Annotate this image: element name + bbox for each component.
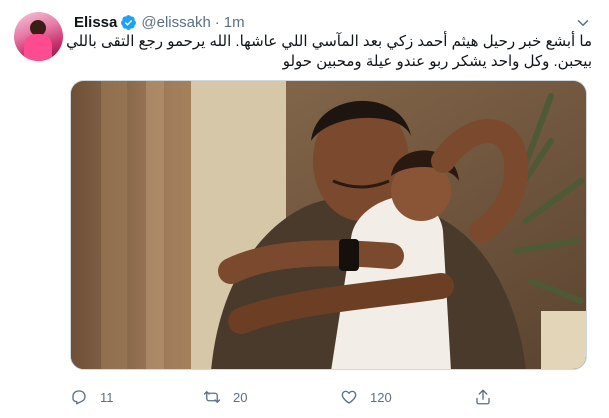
tweet-text-line: بيحبن. وكل واحد يشكر ربو عندو عيلة ومحبي…	[282, 53, 592, 70]
heart-icon	[341, 390, 357, 404]
share-action[interactable]	[474, 386, 504, 408]
tweet-text: ما أبشع خبر رحيل هيثم أحمد زكي بعد المآس…	[66, 32, 592, 72]
tweet-timestamp[interactable]: 1m	[224, 14, 245, 31]
retweet-action[interactable]: 20	[203, 386, 247, 408]
reply-count: 11	[100, 389, 114, 405]
retweet-icon	[203, 391, 221, 403]
tweet-header: Elissa @elissakh · 1m	[74, 12, 245, 32]
tweet-photo[interactable]	[70, 80, 587, 370]
tweet-actions: 11 20 120	[70, 386, 570, 408]
share-icon	[476, 389, 490, 405]
like-action[interactable]: 120	[340, 386, 392, 408]
author-handle[interactable]: @elissakh	[141, 14, 210, 31]
avatar-dress	[24, 34, 52, 61]
reply-icon	[72, 390, 86, 405]
retweet-count: 20	[233, 389, 248, 405]
tweet-card[interactable]: Elissa @elissakh · 1m ما أبشع خبر رحيل ه…	[0, 0, 609, 418]
reply-action[interactable]: 11	[70, 386, 114, 408]
tweet-text-line: ما أبشع خبر رحيل هيثم أحمد زكي بعد المآس…	[66, 33, 592, 50]
chevron-down-icon[interactable]	[574, 14, 592, 32]
author-name[interactable]: Elissa	[74, 14, 117, 31]
verified-badge-icon	[121, 14, 137, 30]
separator-dot: ·	[214, 13, 220, 31]
avatar[interactable]	[14, 12, 63, 61]
photo-illustration	[71, 81, 586, 369]
like-count: 120	[370, 389, 392, 405]
